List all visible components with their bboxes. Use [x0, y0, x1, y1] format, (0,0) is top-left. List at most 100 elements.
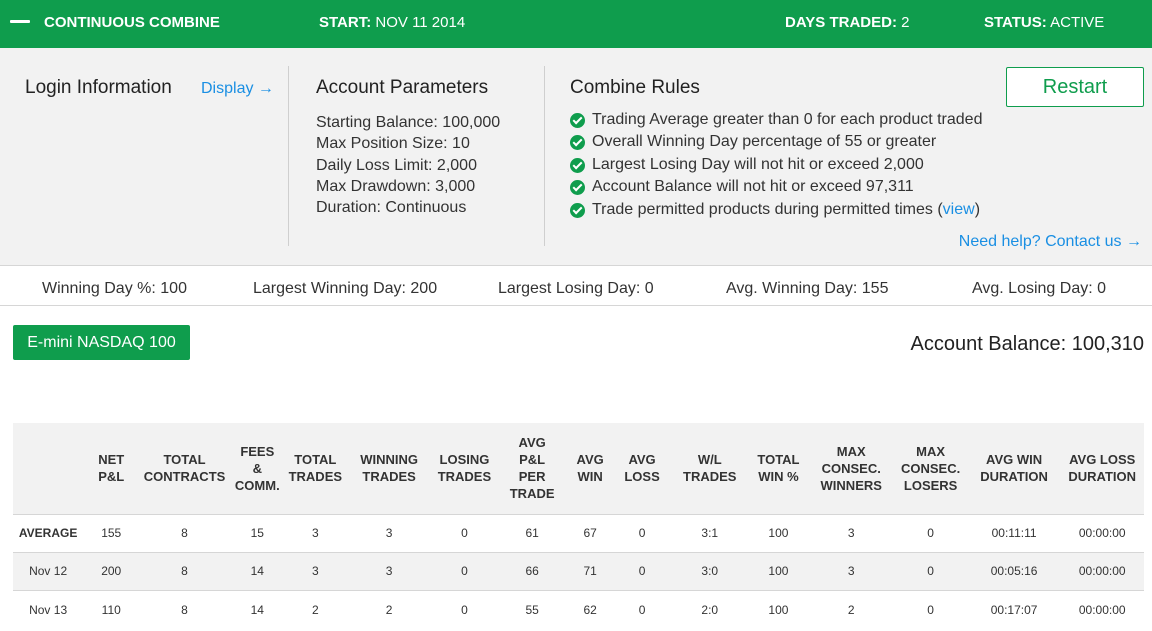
view-link[interactable]: view: [943, 201, 975, 218]
status: STATUS: ACTIVE: [984, 14, 1104, 31]
param-starting-balance: Starting Balance: 100,000: [316, 114, 501, 131]
table-cell: 71: [583, 564, 597, 579]
table-cell: 0: [461, 564, 468, 579]
table-cell: 0: [461, 526, 468, 541]
table-cell: 66: [525, 564, 539, 579]
row-label: Nov 12: [29, 564, 68, 579]
table-cell: 3: [385, 564, 393, 579]
table-cell: 100: [768, 602, 789, 617]
table-cell: 2: [847, 602, 855, 617]
table-cell: 0: [638, 602, 646, 617]
top-bar: CONTINUOUS COMBINE START: NOV 11 2014 DA…: [0, 0, 1152, 48]
rule-item: Largest Losing Day will not hit or excee…: [570, 156, 982, 178]
product-tab-nasdaq[interactable]: E-mini NASDAQ 100: [13, 325, 190, 360]
table-cell: 155: [101, 526, 122, 541]
column-header: TOTAL CONTRACTS: [143, 452, 226, 485]
param-daily-loss: Daily Loss Limit: 2,000: [316, 156, 477, 174]
table-cell: 00:00:00: [1078, 602, 1126, 617]
rule-text: Trading Average greater than 0 for each …: [592, 111, 983, 128]
column-header: AVG WIN: [576, 452, 604, 485]
status-label: STATUS:: [984, 14, 1047, 31]
divider: [544, 66, 545, 246]
table-cell: 0: [461, 602, 468, 617]
combine-rules-title: Combine Rules: [570, 77, 700, 98]
param-max-position: Max Position Size: 10: [316, 135, 470, 153]
param-max-drawdown: Max Drawdown: 3,000: [316, 177, 476, 195]
combine-rules-list: Trading Average greater than 0 for each …: [570, 111, 982, 223]
table-cell: 110: [101, 602, 121, 617]
table-cell: 100: [768, 564, 789, 579]
table-cell: 00:05:16: [990, 564, 1038, 579]
table-cell: 62: [583, 602, 597, 617]
rule-text: Overall Winning Day percentage of 55 or …: [592, 133, 937, 151]
check-circle-icon: [570, 135, 585, 151]
table-cell: 0: [927, 564, 934, 579]
column-header: AVG WIN DURATION: [980, 452, 1048, 485]
table-cell: 3: [385, 526, 393, 541]
menu-icon[interactable]: [10, 20, 30, 23]
table-header-row: NET P&L TOTAL CONTRACTS FEES & COMM. TOTAL TRADE…: [13, 423, 1144, 514]
table-cell: 00:00:00: [1078, 526, 1126, 541]
start-label: START:: [319, 14, 372, 31]
table-cell: 00:17:07: [990, 602, 1038, 617]
display-link[interactable]: Display →: [201, 80, 274, 98]
stat-avg-losing-day: Avg. Losing Day: 0: [972, 280, 1107, 297]
column-header: NET P&L: [98, 452, 125, 485]
check-circle-icon: [570, 113, 585, 128]
rule-item: Trade permitted products during permitte…: [570, 201, 982, 223]
column-header: WINNING TRADES: [360, 452, 418, 485]
table-cell: 2: [311, 602, 319, 617]
table-cell: 15: [250, 526, 264, 541]
table-row: AVERAGE 155 8 15 3 3 0 61 67 0 3:1 100 3 0 00:11:11 00:…: [13, 514, 1144, 552]
table-body: AVERAGE 155 8 15 3 3 0 61 67 0 3:1 100 3 0 00:11:11 00:…: [13, 514, 1144, 629]
table-cell: 0: [927, 602, 934, 617]
table-cell: 00:00:00: [1078, 564, 1126, 579]
divider: [288, 66, 289, 246]
table-cell: 61: [525, 526, 539, 541]
table-cell: 2:0: [701, 602, 719, 617]
start-date: START: NOV 11 2014: [319, 14, 465, 31]
table-cell: 8: [181, 526, 188, 541]
account-params-list: Starting Balance: 100,000 Max Position S…: [316, 112, 500, 218]
days-label: DAYS TRADED:: [785, 14, 897, 31]
stat-avg-winning-day: Avg. Winning Day: 155: [726, 280, 889, 297]
table-cell: 100: [768, 526, 789, 541]
rule-item: Overall Winning Day percentage of 55 or …: [570, 133, 982, 155]
status-value: ACTIVE: [1050, 14, 1105, 31]
start-value: NOV 11 2014: [375, 14, 466, 31]
table-cell: 0: [638, 564, 646, 579]
rule-text: Largest Losing Day will not hit or excee…: [592, 155, 924, 173]
table-cell: 3: [847, 564, 855, 579]
table-cell: 14: [250, 564, 264, 579]
login-info-title: Login Information: [25, 77, 172, 98]
combine-title: CONTINUOUS COMBINE: [44, 14, 220, 31]
days-traded: DAYS TRADED: 2: [785, 14, 909, 31]
check-circle-icon: [570, 157, 585, 173]
rule-text: Account Balance will not hit or exceed 9…: [592, 178, 914, 196]
column-header: AVG P&L PER TRADE: [509, 435, 555, 502]
table-cell: 3: [311, 526, 319, 541]
table-row: Nov 12 200 8 14 3 3 0 66 71 0 3:0 100 3 0 00:05:16 00:0…: [13, 552, 1144, 591]
restart-button[interactable]: Restart: [1006, 67, 1144, 107]
rule-text-end: ): [974, 200, 981, 218]
table-cell: 67: [583, 526, 597, 541]
table-cell: 8: [181, 602, 188, 617]
contact-help-link[interactable]: Need help? Contact us →: [959, 233, 1142, 251]
column-header: AVG LOSS DURATION: [1068, 452, 1137, 485]
column-header: W/L TRADES: [683, 452, 737, 485]
table-cell: 3:1: [701, 526, 719, 541]
column-header: MAX CONSEC. WINNERS: [820, 443, 882, 493]
table-cell: 55: [525, 602, 539, 617]
table-cell: 14: [250, 602, 264, 617]
table-cell: 0: [927, 526, 934, 541]
rule-item: Trading Average greater than 0 for each …: [570, 111, 982, 133]
rule-item: Account Balance will not hit or exceed 9…: [570, 178, 982, 200]
column-header: TOTAL WIN %: [757, 452, 800, 485]
table-cell: 8: [181, 564, 188, 579]
stat-largest-winning-day: Largest Winning Day: 200: [253, 280, 438, 297]
table-cell: 200: [101, 564, 122, 579]
rule-text: Trade permitted products during permitte…: [592, 200, 943, 218]
column-header: FEES & COMM.: [234, 443, 280, 493]
trading-stats-table: NET P&L TOTAL CONTRACTS FEES & COMM. TOTAL TRADE…: [13, 423, 1144, 629]
stats-summary: Winning Day %: 100 Largest Winning Day: …: [0, 267, 1152, 306]
